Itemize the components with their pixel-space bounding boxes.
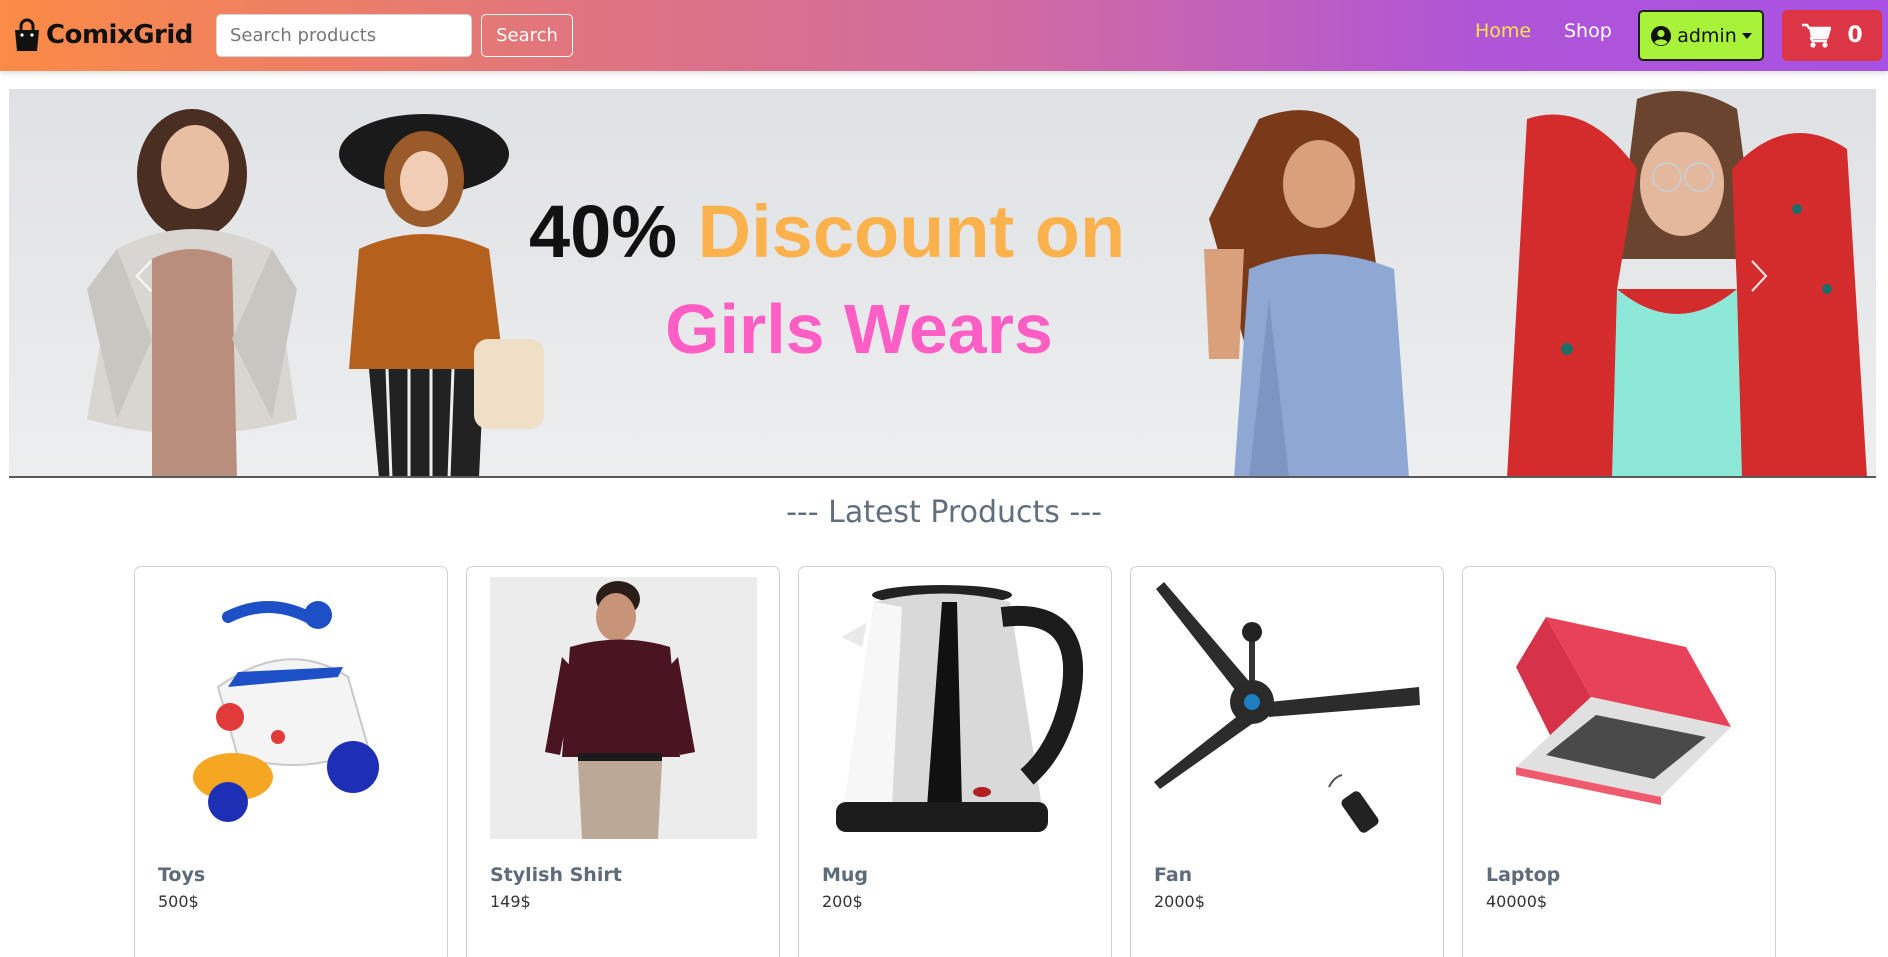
model-hijab-image	[339, 114, 544, 476]
cart-count: 0	[1847, 23, 1863, 48]
search-input[interactable]	[216, 14, 472, 57]
user-circle-icon	[1651, 25, 1672, 46]
nav-link-home[interactable]: Home	[1475, 20, 1531, 42]
banner-subheadline: Girls Wears	[665, 290, 1053, 368]
user-menu-label: admin	[1677, 24, 1737, 47]
brand-name: ComixGrid	[46, 20, 193, 50]
cart-icon	[1802, 23, 1832, 48]
product-name: Fan	[1154, 864, 1193, 886]
product-image-stylish-shirt	[490, 577, 757, 839]
carousel-next-button[interactable]	[1744, 254, 1774, 298]
product-image-fan	[1154, 582, 1420, 833]
product-name: Mug	[822, 864, 869, 886]
product-price: 149$	[490, 892, 531, 911]
carousel-prev-button[interactable]	[129, 254, 159, 298]
product-price: 200$	[822, 892, 863, 911]
product-image-laptop	[1516, 617, 1731, 805]
latest-products-heading: --- Latest Products ---	[786, 495, 1102, 530]
product-price: 40000$	[1486, 892, 1548, 911]
caret-down-icon	[1741, 32, 1752, 39]
product-image-toys	[193, 601, 379, 822]
product-card[interactable]: Mug 200$	[798, 566, 1112, 957]
product-name: Stylish Shirt	[490, 864, 622, 886]
chevron-right-icon	[1751, 260, 1768, 292]
model-saree-image	[1204, 110, 1409, 476]
product-card[interactable]: Stylish Shirt 149$	[466, 566, 780, 957]
chevron-left-icon	[135, 260, 152, 292]
cart-button[interactable]: 0	[1782, 10, 1882, 61]
product-card[interactable]: Laptop 40000$	[1462, 566, 1776, 957]
banner-headline: 40% Discount on	[529, 189, 1169, 274]
product-card[interactable]: Fan 2000$	[1130, 566, 1444, 957]
nav-link-shop[interactable]: Shop	[1564, 20, 1612, 42]
banner-discount-percent: 40%	[529, 190, 678, 273]
promo-carousel[interactable]: 40% Discount on Girls Wears	[9, 89, 1876, 478]
user-menu-button[interactable]: admin	[1638, 10, 1764, 61]
product-card[interactable]: Toys 500$	[134, 566, 448, 957]
model-red-jacket-image	[1507, 91, 1867, 476]
model-fur-coat-image	[87, 109, 297, 476]
banner-discount-text: Discount on	[697, 190, 1126, 273]
product-price: 2000$	[1154, 892, 1205, 911]
product-image-mug	[836, 585, 1084, 832]
product-price: 500$	[158, 892, 199, 911]
shopping-bag-icon	[15, 18, 39, 51]
product-name: Laptop	[1486, 864, 1561, 886]
brand-link[interactable]: ComixGrid	[12, 14, 193, 56]
product-name: Toys	[158, 864, 206, 886]
navbar: ComixGrid Search Home Shop admin 0	[0, 0, 1888, 71]
product-grid: Toys 500$ Stylish Shirt 149$ Mug 200$ Fa…	[134, 566, 1776, 957]
search-button[interactable]: Search	[481, 14, 573, 57]
